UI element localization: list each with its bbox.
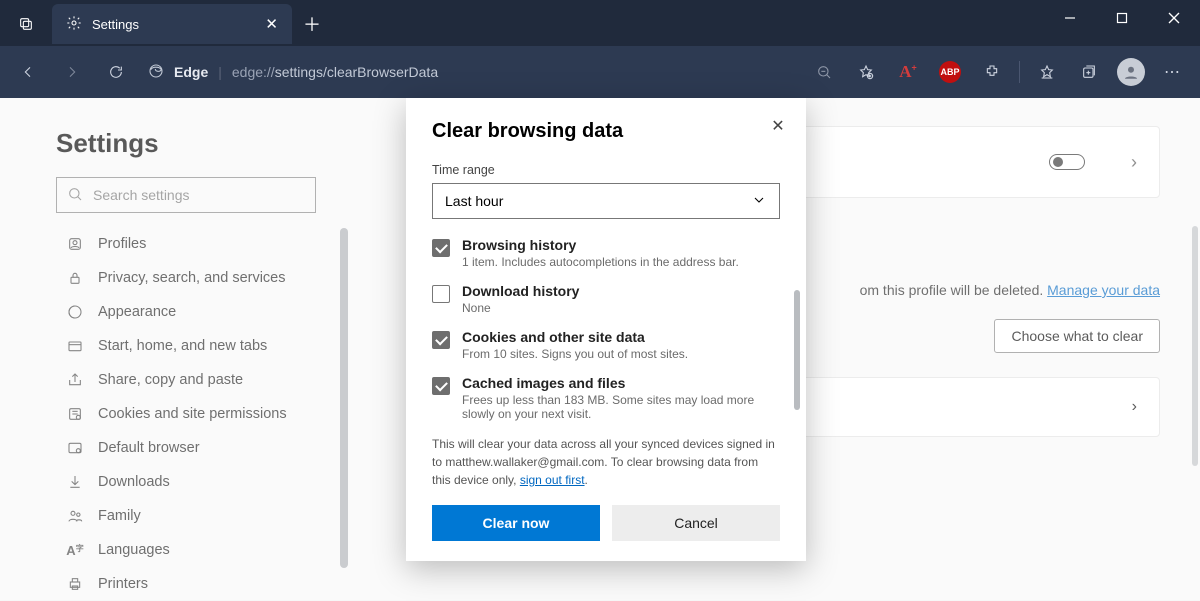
sync-note: This will clear your data across all you…: [432, 435, 780, 489]
abp-extension-icon[interactable]: ABP: [931, 52, 969, 92]
dialog-title: Clear browsing data: [432, 120, 780, 143]
option-subtitle: 1 item. Includes autocompletions in the …: [462, 255, 739, 269]
sign-out-link[interactable]: sign out first: [520, 473, 585, 487]
more-menu-icon[interactable]: ⋯: [1154, 52, 1192, 92]
profile-avatar[interactable]: [1112, 52, 1150, 92]
edge-logo-icon: [148, 63, 164, 82]
close-tab-icon[interactable]: ✕: [265, 15, 278, 33]
toolbar: Edge | edge://settings/clearBrowserData …: [0, 46, 1200, 98]
option-browsing-history[interactable]: Browsing history 1 item. Includes autocom…: [432, 237, 780, 269]
forward-button[interactable]: [52, 52, 92, 92]
maximize-button[interactable]: [1096, 0, 1148, 36]
option-title: Download history: [462, 283, 579, 299]
tab-title: Settings: [92, 17, 139, 32]
clear-browsing-data-dialog: ✕ Clear browsing data Time range Last ho…: [406, 98, 806, 561]
option-title: Cookies and other site data: [462, 329, 688, 345]
close-window-button[interactable]: [1148, 0, 1200, 36]
checkbox[interactable]: [432, 285, 450, 303]
checkbox[interactable]: [432, 377, 450, 395]
back-button[interactable]: [8, 52, 48, 92]
option-title: Cached images and files: [462, 375, 780, 391]
favorites-icon[interactable]: [847, 52, 885, 92]
titlebar: Settings ✕ ＋: [0, 0, 1200, 46]
favorites-bar-icon[interactable]: [1028, 52, 1066, 92]
option-cached[interactable]: Cached images and files Frees up less tha…: [432, 375, 780, 421]
clear-now-button[interactable]: Clear now: [432, 505, 600, 541]
option-title: Browsing history: [462, 237, 739, 253]
dialog-scrollbar[interactable]: [794, 290, 800, 410]
option-subtitle: None: [462, 301, 579, 315]
address-url: edge://settings/clearBrowserData: [232, 64, 438, 80]
new-tab-button[interactable]: ＋: [292, 4, 332, 44]
time-range-select[interactable]: Last hour: [432, 183, 780, 219]
browser-tab[interactable]: Settings ✕: [52, 4, 292, 44]
checkbox[interactable]: [432, 331, 450, 349]
minimize-button[interactable]: [1044, 0, 1096, 36]
checkbox[interactable]: [432, 239, 450, 257]
option-subtitle: Frees up less than 183 MB. Some sites ma…: [462, 393, 780, 421]
time-range-value: Last hour: [445, 193, 503, 209]
time-range-label: Time range: [432, 163, 780, 177]
tab-actions-button[interactable]: [0, 4, 52, 44]
extensions-icon[interactable]: [973, 52, 1011, 92]
option-subtitle: From 10 sites. Signs you out of most sit…: [462, 347, 688, 361]
close-dialog-button[interactable]: ✕: [764, 112, 792, 140]
address-bar[interactable]: Edge | edge://settings/clearBrowserData: [140, 63, 801, 82]
collections-icon[interactable]: [1070, 52, 1108, 92]
window-controls: [1044, 0, 1200, 36]
toolbar-divider: [1019, 61, 1020, 83]
option-cookies[interactable]: Cookies and other site data From 10 sites…: [432, 329, 780, 361]
font-extension-icon[interactable]: A+: [889, 52, 927, 92]
zoom-out-icon[interactable]: [805, 52, 843, 92]
refresh-button[interactable]: [96, 52, 136, 92]
option-download-history[interactable]: Download history None: [432, 283, 780, 315]
address-separator: |: [218, 64, 222, 80]
cancel-button[interactable]: Cancel: [612, 505, 780, 541]
gear-icon: [66, 15, 82, 34]
chevron-down-icon: [751, 192, 767, 211]
toolbar-extensions: A+ ABP ⋯: [805, 52, 1192, 92]
address-label: Edge: [174, 64, 208, 80]
